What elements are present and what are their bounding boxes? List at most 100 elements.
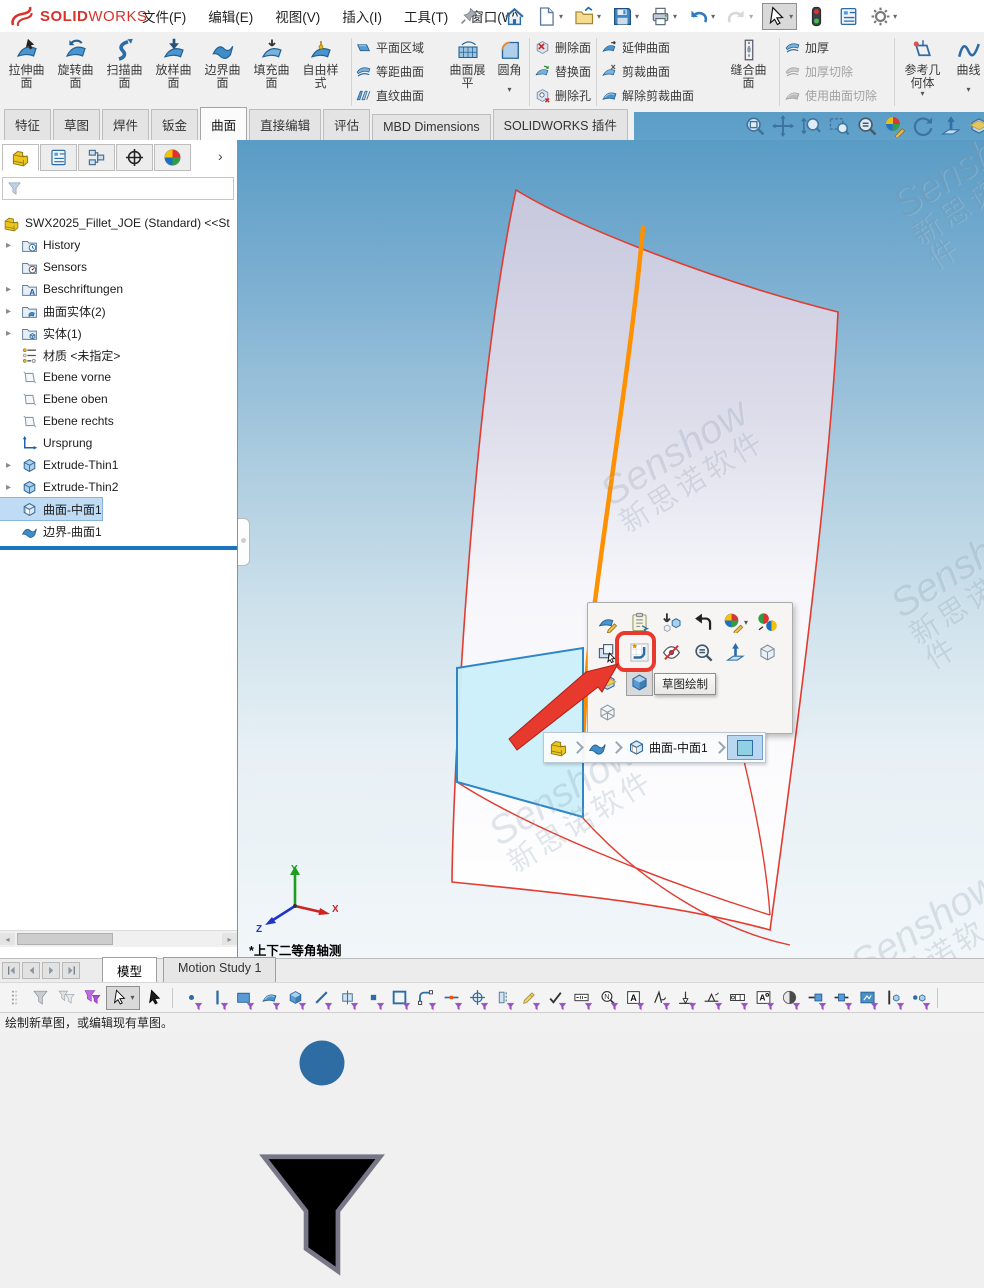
tab-featuremanager[interactable] [2,144,39,171]
thickened-cut-button[interactable]: 加厚切除 [784,59,877,83]
filter-center-marks-button[interactable] [465,986,489,1010]
filter-geometric-tolerances-button[interactable] [725,986,749,1010]
pin-icon[interactable] [460,7,478,25]
tree-item-right-plane[interactable]: ▸ Ebene rechts [0,410,114,432]
filter-vertices-button[interactable] [179,986,203,1010]
filled-surface-button[interactable]: 填充曲面 [247,35,296,109]
scroll-left-button[interactable]: ◂ [0,933,15,945]
separator[interactable] [172,988,173,1008]
lasso-select-button[interactable] [142,986,166,1010]
breadcrumb-part-icon[interactable] [546,736,570,759]
extend-surface-button[interactable]: 延伸曲面 [601,35,694,59]
tab-propertymanager[interactable] [40,144,77,171]
magnified-selection-button[interactable] [856,115,878,137]
filter-sketch-regions-button[interactable] [413,986,437,1010]
expand-arrow[interactable]: ▸ [6,482,21,493]
separator-end[interactable] [937,988,938,1008]
tab-displaymanager[interactable] [154,144,191,171]
filter-surface-bodies-button[interactable] [257,986,281,1010]
graphics-viewport[interactable]: Senshow新思诺软件 Senshow新思诺软件 Senshow新思诺软件 S… [238,140,984,958]
appearance-callout-button[interactable] [754,609,781,636]
planar-surface-button[interactable]: 平面区域 [355,35,424,59]
filter-blocks-button[interactable] [855,986,879,1010]
tree-item-boundary-surface1[interactable]: ▸ 边界-曲面1 [0,520,102,542]
zoom-to-fit-button[interactable] [744,115,766,137]
filter-sketch-contours-button[interactable] [387,986,411,1010]
tree-item-history[interactable]: ▸ History [0,234,80,256]
tree-item-mid-surface1[interactable]: ▸ 曲面-中面1 [0,498,102,520]
filter-edges-button[interactable] [205,986,229,1010]
breadcrumb-selected-face[interactable] [727,735,763,760]
tree-item-origin[interactable]: ▸ Ursprung [0,432,92,454]
filter-toggle-button[interactable] [80,986,104,1010]
replace-face-button[interactable]: 替换面 [534,59,591,83]
isolate-button[interactable] [658,609,685,636]
view-orientation-button[interactable] [754,639,781,666]
dropdown-caret[interactable]: ▾ [920,90,924,98]
undo-button[interactable]: ▾ [686,4,717,29]
normal-to-button[interactable] [722,639,749,666]
zoom-to-selection-button[interactable] [690,639,717,666]
trim-surface-button[interactable]: 剪裁曲面 [601,59,694,83]
ruled-surface-button[interactable]: 直纹曲面 [355,83,424,107]
back-arrow-button[interactable] [690,609,717,636]
filter-midpoints-button[interactable] [439,986,463,1010]
tab-mbd-dimensions[interactable]: MBD Dimensions [372,114,491,140]
tree-item-surface-bodies[interactable]: ▸ 曲面实体(2) [0,300,106,322]
save-button[interactable]: ▾ [610,4,641,29]
panel-splitter-handle[interactable] [238,518,250,566]
display-style-button[interactable] [626,669,653,696]
tab-scroll-prev[interactable] [22,962,40,979]
cut-with-surface-button[interactable]: 使用曲面切除 [784,83,877,107]
print-button[interactable]: ▾ [648,4,679,29]
filter-notes-button[interactable] [595,986,619,1010]
fillet-button[interactable]: 圆角 ▾ [485,35,534,109]
panel-horizontal-scrollbar[interactable]: ◂ ▸ [0,930,237,947]
dropdown-caret[interactable]: ▾ [893,12,897,21]
filter-mates-button[interactable] [491,986,515,1010]
delete-face-button[interactable]: 删除面 [534,35,591,59]
filter-dimensions-button[interactable] [569,986,593,1010]
filter-planes-button[interactable] [335,986,359,1010]
filter-sketch-points-button[interactable] [361,986,385,1010]
dropdown-caret[interactable]: ▾ [559,12,563,21]
menu-edit[interactable]: 编辑(E) [199,2,262,30]
dropdown-caret[interactable]: ▾ [597,12,601,21]
tree-item-top-plane[interactable]: ▸ Ebene oben [0,388,108,410]
revolved-surface-button[interactable]: 旋转曲面 [51,35,100,109]
tab-motion-study-1[interactable]: Motion Study 1 [163,957,276,984]
menu-tools[interactable]: 工具(T) [395,2,457,30]
expand-arrow[interactable]: ▸ [6,240,21,251]
filter-sketch-segments-button[interactable] [309,986,333,1010]
toolbar-drag-handle[interactable] [2,986,26,1010]
expand-arrow[interactable]: ▸ [6,306,21,317]
tab-configurationmanager[interactable] [78,144,115,171]
surface-body[interactable] [452,190,838,930]
tab-direct-editing[interactable]: 直接编辑 [249,109,321,140]
select-button[interactable]: ▾ [762,3,797,30]
boundary-surface-button[interactable]: 边界曲面 [198,35,247,109]
untrim-surface-button[interactable]: 解除剪裁曲面 [601,83,694,107]
tree-item-extrude-thin1[interactable]: ▸ Extrude-Thin1 [0,454,118,476]
options-button[interactable]: ▾ [868,4,899,29]
curves-button[interactable]: 曲线 ▾ [944,35,984,109]
reference-geometry-button[interactable]: 参考几何体 ▾ [898,35,947,109]
zoom-to-area-button[interactable] [828,115,850,137]
dropdown-caret[interactable]: ▾ [711,12,715,21]
dropdown-caret[interactable]: ▾ [789,12,793,21]
breadcrumb-body-icon[interactable] [585,736,609,759]
dropdown-caret[interactable]: ▾ [507,86,511,94]
wireframe-button[interactable] [594,699,621,726]
filter-spot-welds-button[interactable] [907,986,931,1010]
tree-item-extrude-thin2[interactable]: ▸ Extrude-Thin2 [0,476,118,498]
tab-scroll-next[interactable] [42,962,60,979]
file-properties-button[interactable]: ▾ [836,4,861,29]
tab-surfaces[interactable]: 曲面 [200,107,247,140]
tree-item-material[interactable]: ▸ 材质 <未指定> [0,344,120,366]
expand-arrow[interactable]: ▸ [6,328,21,339]
select-tool-button[interactable] [106,986,140,1010]
zoom-in-out-button[interactable] [800,115,822,137]
filter-clear-button[interactable] [28,986,52,1010]
menu-view[interactable]: 视图(V) [266,2,329,30]
filter-datums-button[interactable] [673,986,697,1010]
